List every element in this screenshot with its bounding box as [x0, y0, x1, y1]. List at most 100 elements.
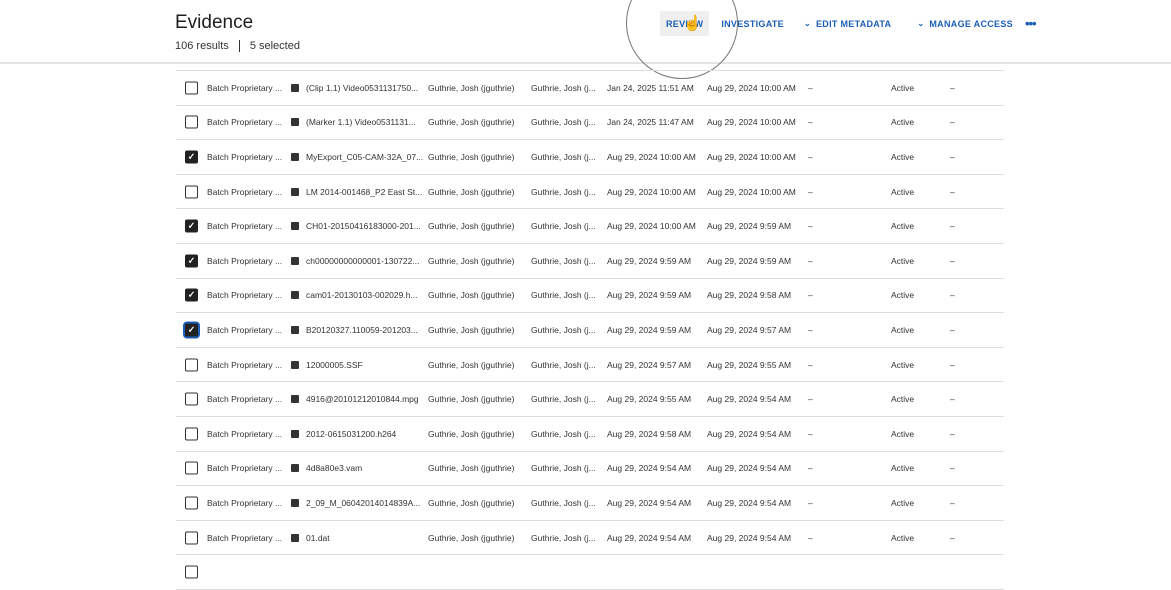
cell-owner: Guthrie, Josh (jguthrie) — [428, 497, 515, 508]
video-icon — [291, 187, 299, 196]
cell-c1: – — [808, 117, 813, 128]
cell-c1: – — [808, 324, 813, 335]
row-checkbox[interactable]: ✓ — [185, 219, 198, 233]
table-row[interactable]: ✓ Batch Proprietary ... cam01-20130103-002… — [176, 279, 1004, 314]
chevron-down-icon: ⌄ — [803, 19, 811, 28]
investigate-button[interactable]: INVESTIGATE — [715, 11, 790, 36]
cell-uploader: Guthrie, Josh (j... — [531, 497, 596, 508]
cell-source: Batch Proprietary ... — [207, 428, 283, 439]
cell-date1: Aug 29, 2024 10:00 AM — [607, 151, 696, 162]
cell-date1: Aug 29, 2024 9:54 AM — [607, 532, 692, 543]
cell-name[interactable]: 2_09_M_06042014014839A... — [306, 498, 420, 508]
cell-c2: – — [950, 221, 955, 232]
page-title: Evidence — [175, 12, 254, 33]
cell-name[interactable]: CH01-20150416183000-201... — [306, 221, 421, 231]
cell-c1: – — [808, 359, 813, 370]
cell-date2: Aug 29, 2024 9:55 AM — [707, 359, 792, 370]
video-icon — [291, 498, 299, 507]
cell-name[interactable]: 4d8a80e3.vam — [306, 463, 362, 473]
table-row[interactable] — [176, 555, 1004, 590]
table-row[interactable]: Batch Proprietary ... 2_09_M_060420140148… — [176, 486, 1004, 521]
cell-c2: – — [950, 186, 955, 197]
cell-owner: Guthrie, Josh (jguthrie) — [428, 394, 515, 405]
cell-uploader: Guthrie, Josh (j... — [531, 255, 596, 266]
table-row[interactable]: Batch Proprietary ... LM 2014-001468_P2 E… — [176, 175, 1004, 210]
cell-status: Active — [891, 497, 915, 508]
cell-uploader: Guthrie, Josh (j... — [531, 394, 596, 405]
cell-uploader: Guthrie, Josh (j... — [531, 221, 596, 232]
table-row[interactable]: Batch Proprietary ... 4d8a80e3.vam Guthrie… — [176, 452, 1004, 487]
selected-count: 5 selected — [249, 40, 300, 52]
table-row[interactable]: Batch Proprietary ... 12000005.SSF Guthrie… — [176, 348, 1004, 383]
row-checkbox[interactable] — [185, 115, 198, 129]
table-row[interactable]: Batch Proprietary ... 4916@20101212010844… — [176, 382, 1004, 417]
cell-status: Active — [891, 394, 915, 405]
cell-name[interactable]: 2012-0615031200.h264 — [306, 429, 396, 439]
table-row[interactable]: ✓ Batch Proprietary ... B20120327.110059-2… — [176, 313, 1004, 348]
cell-c1: – — [808, 394, 813, 405]
cell-date2: Aug 29, 2024 9:59 AM — [707, 255, 792, 266]
cell-name[interactable]: (Marker 1.1) Video0531131... — [306, 117, 416, 127]
cell-name[interactable]: 12000005.SSF — [306, 360, 363, 370]
cell-date1: Jan 24, 2025 11:51 AM — [607, 82, 694, 93]
row-checkbox[interactable] — [185, 358, 198, 372]
cell-name[interactable]: ch00000000000001-130722... — [306, 256, 419, 266]
cell-source: Batch Proprietary ... — [207, 359, 283, 370]
table-row[interactable]: ✓ Batch Proprietary ... ch00000000000001-1… — [176, 244, 1004, 279]
cell-owner: Guthrie, Josh (jguthrie) — [428, 82, 515, 93]
row-checkbox[interactable] — [185, 392, 198, 406]
cell-status: Active — [891, 82, 915, 93]
cell-status: Active — [891, 324, 915, 335]
cell-status: Active — [891, 255, 915, 266]
video-icon — [291, 222, 299, 231]
row-checkbox[interactable]: ✓ — [185, 254, 198, 268]
cell-date1: Aug 29, 2024 9:59 AM — [607, 255, 692, 266]
cell-name[interactable]: MyExport_C05-CAM-32A_07... — [306, 152, 423, 162]
more-options-icon[interactable]: ••• — [1019, 11, 1042, 36]
table-row[interactable]: Batch Proprietary ... 01.dat Guthrie, Josh… — [176, 521, 1004, 556]
row-checkbox[interactable] — [185, 81, 198, 95]
table-row[interactable]: Batch Proprietary ... (Marker 1.1) Video0… — [176, 106, 1004, 141]
cell-name[interactable]: cam01-20130103-002029.h... — [306, 290, 418, 300]
cell-name[interactable]: 4916@20101212010844.mpg — [306, 394, 419, 404]
cell-name[interactable]: 01.dat — [306, 533, 330, 543]
edit-metadata-button[interactable]: ⌄ EDIT METADATA — [798, 11, 897, 36]
cell-uploader: Guthrie, Josh (j... — [531, 324, 596, 335]
row-checkbox[interactable]: ✓ — [185, 288, 198, 302]
cell-status: Active — [891, 186, 915, 197]
cell-source: Batch Proprietary ... — [207, 186, 283, 197]
row-checkbox[interactable] — [185, 496, 198, 510]
cell-uploader: Guthrie, Josh (j... — [531, 428, 596, 439]
cell-c2: – — [950, 324, 955, 335]
cell-name[interactable]: B20120327.110059-201203... — [306, 325, 418, 335]
row-checkbox[interactable] — [185, 531, 198, 545]
cell-name[interactable]: (Clip 1.1) Video0531131750... — [306, 83, 418, 93]
cell-name[interactable]: LM 2014-001468_P2 East St... — [306, 187, 422, 197]
cell-owner: Guthrie, Josh (jguthrie) — [428, 359, 515, 370]
row-checkbox[interactable] — [185, 461, 198, 475]
chevron-down-icon: ⌄ — [917, 19, 925, 28]
cell-date2: Aug 29, 2024 9:57 AM — [707, 324, 792, 335]
edit-metadata-label: EDIT METADATA — [815, 18, 892, 29]
cell-source: Batch Proprietary ... — [207, 151, 283, 162]
table-row[interactable]: ✓ Batch Proprietary ... MyExport_C05-CAM-3… — [176, 140, 1004, 175]
table-row[interactable]: Batch Proprietary ... 2012-0615031200.h26… — [176, 417, 1004, 452]
cell-status: Active — [891, 532, 915, 543]
cell-c2: – — [950, 497, 955, 508]
evidence-table: Batch Proprietary ... (Clip 1.1) Video053… — [176, 70, 1004, 590]
video-icon — [291, 152, 299, 161]
cell-c1: – — [808, 428, 813, 439]
cell-source: Batch Proprietary ... — [207, 290, 283, 301]
manage-access-button[interactable]: ⌄ MANAGE ACCESS — [911, 11, 1019, 36]
cell-c2: – — [950, 463, 955, 474]
cell-uploader: Guthrie, Josh (j... — [531, 82, 596, 93]
row-checkbox[interactable] — [185, 427, 198, 441]
row-checkbox[interactable]: ✓ — [185, 150, 198, 164]
page-header: Evidence 106 results 5 selected REVIEW I… — [0, 0, 1171, 64]
row-checkbox[interactable] — [185, 185, 198, 199]
table-row[interactable]: Batch Proprietary ... (Clip 1.1) Video053… — [176, 71, 1004, 106]
review-button[interactable]: REVIEW — [660, 11, 710, 36]
cell-date2: Aug 29, 2024 10:00 AM — [707, 186, 796, 197]
row-checkbox[interactable]: ✓ — [185, 323, 198, 337]
table-row[interactable]: ✓ Batch Proprietary ... CH01-2015041618300… — [176, 209, 1004, 244]
